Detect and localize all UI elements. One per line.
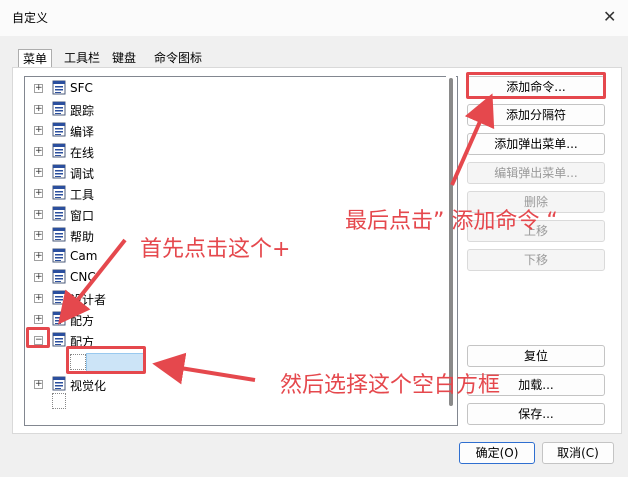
arrow-step1 [58,238,127,325]
annotation-step3: 最后点击” 添加命令 “ [345,209,558,234]
annotation-arrows [58,93,495,385]
arrow-step2 [152,352,256,385]
annotation-step1: 首先点击这个+ [140,237,291,262]
annotation-step2: 然后选择这个空白方框 [280,373,501,398]
arrow-step3 [450,93,495,186]
